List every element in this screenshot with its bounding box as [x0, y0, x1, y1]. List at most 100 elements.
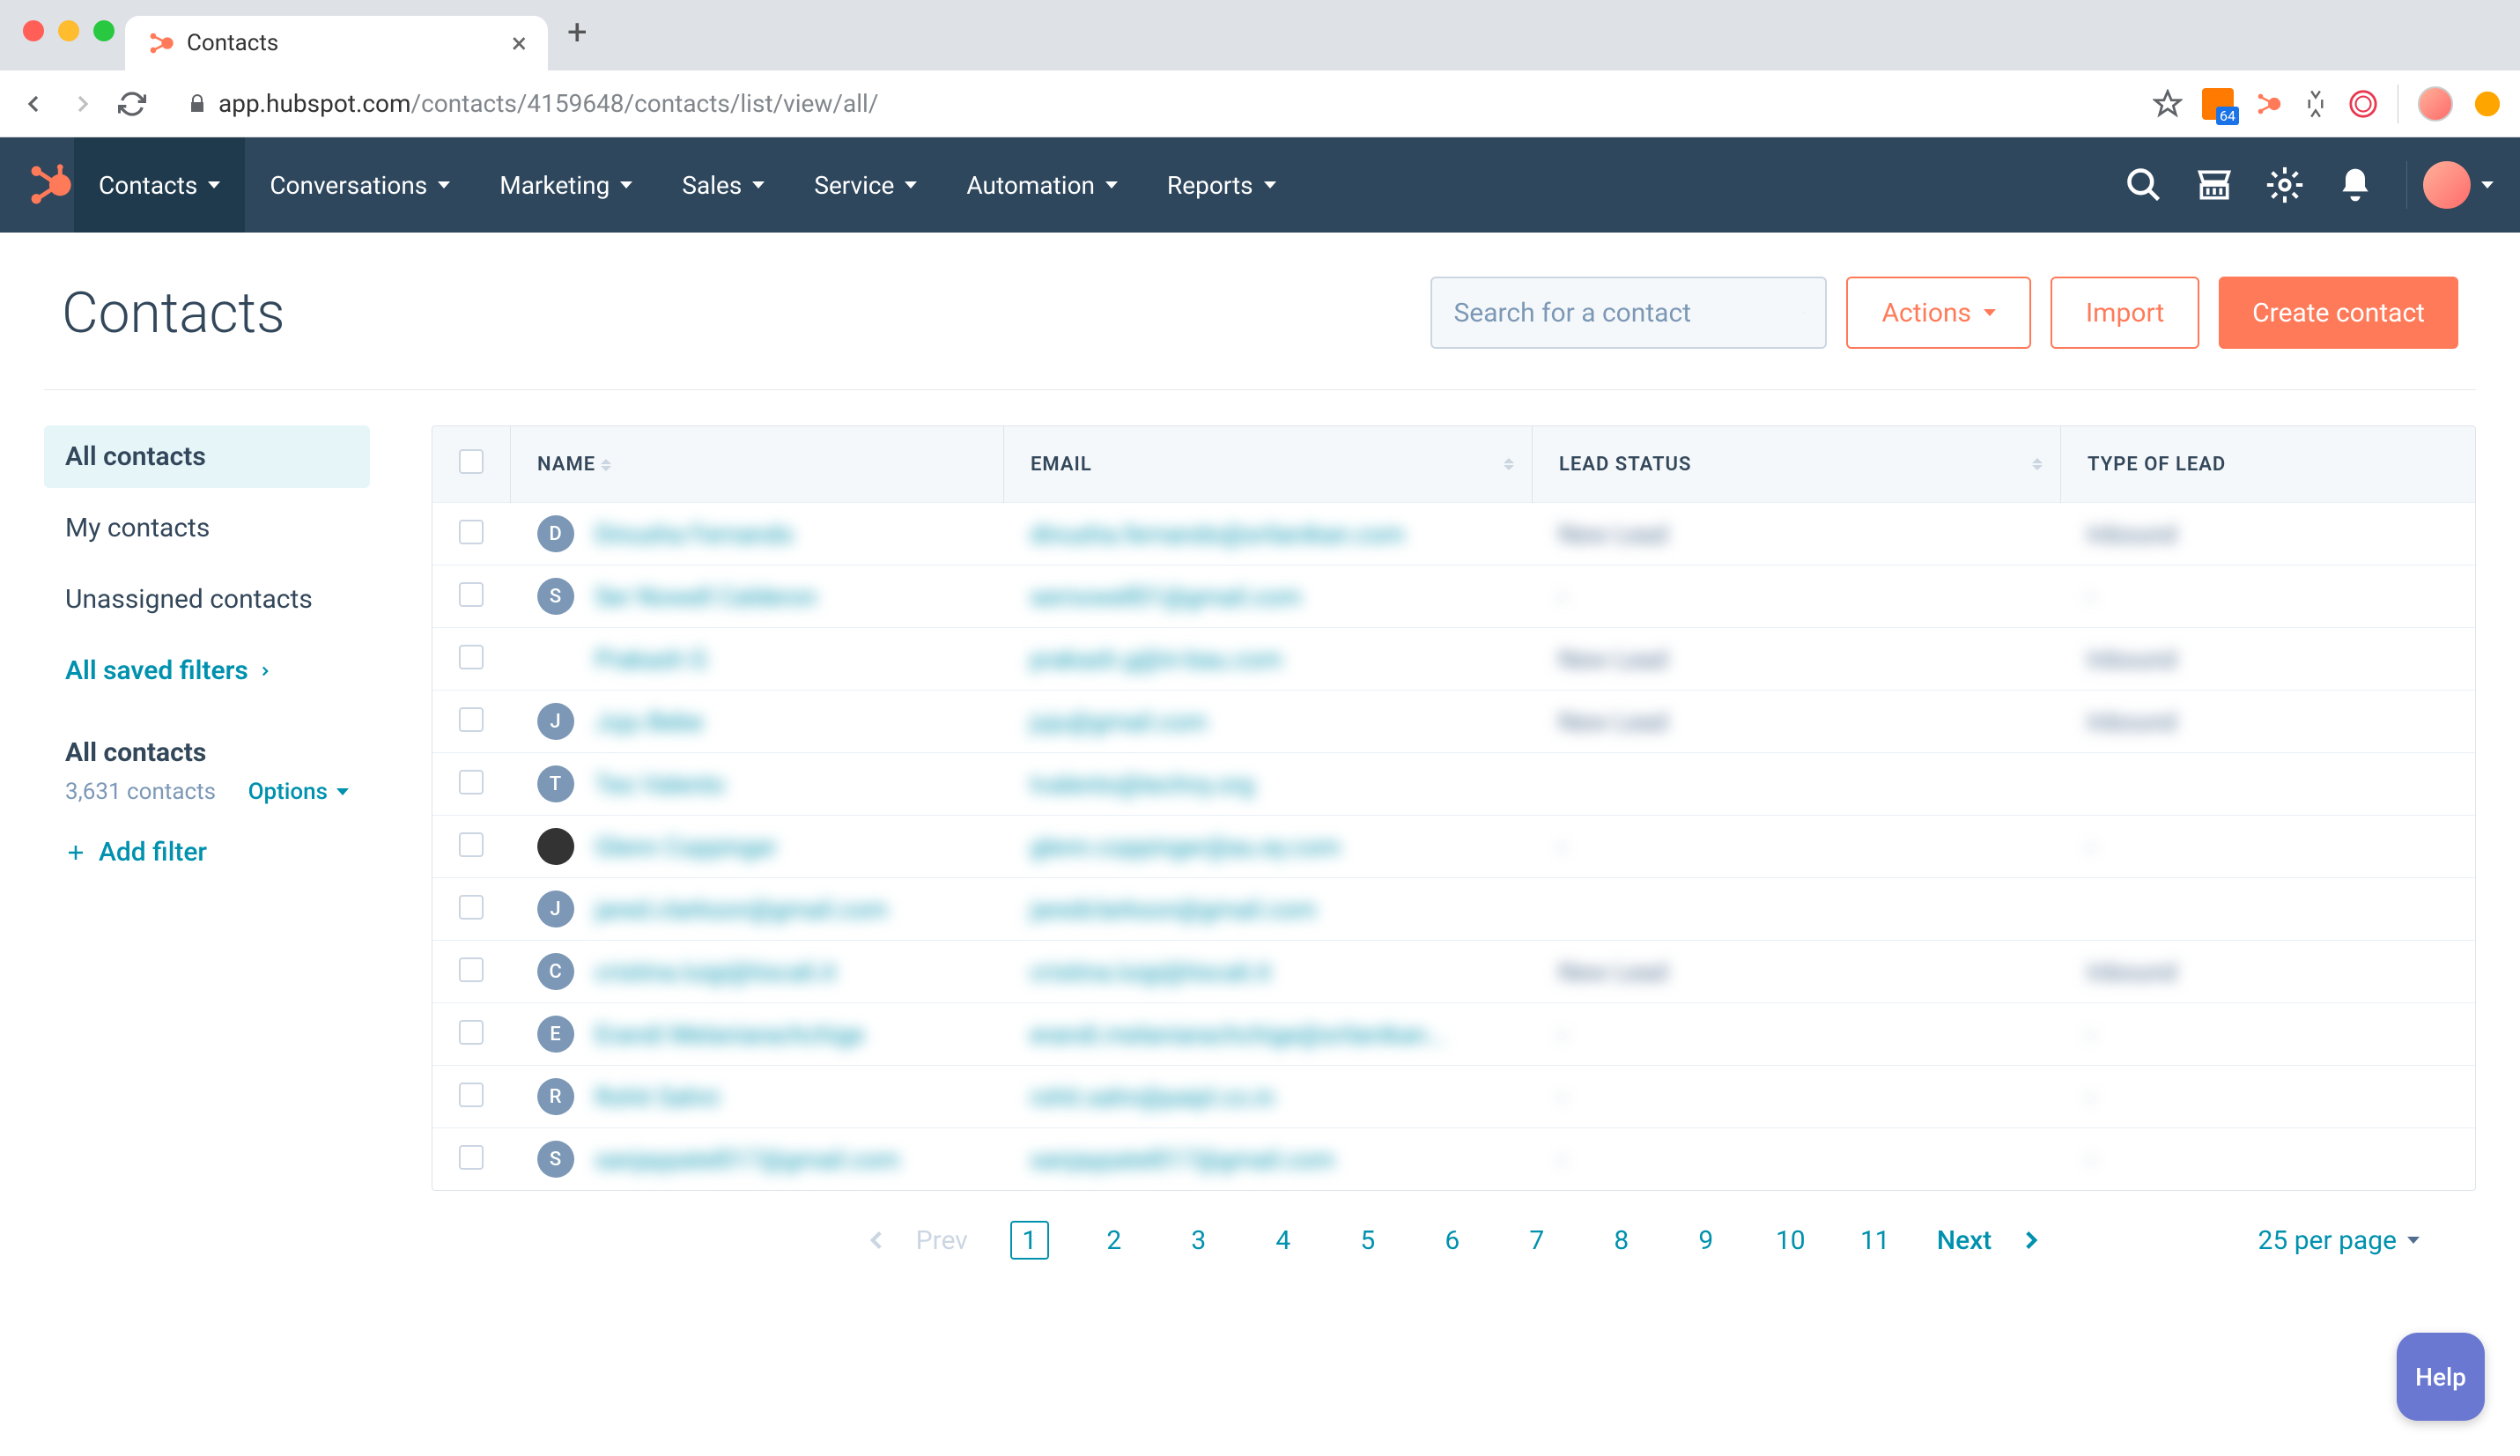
column-lead-status[interactable]: LEAD STATUS — [1533, 426, 2061, 503]
contact-email[interactable]: dinusha.fernando@srilanikan.com — [1031, 520, 1405, 549]
contact-name[interactable]: Ser Nowell Calderon — [595, 582, 817, 611]
table-row[interactable]: TTeo Valento tvalento@techny.org — [432, 753, 2475, 816]
new-tab-button[interactable]: + — [558, 11, 596, 60]
table-row[interactable]: Prakash G prakash.g@in-bau.com New Lead … — [432, 628, 2475, 691]
account-caret-icon[interactable] — [2481, 181, 2494, 188]
contact-name[interactable]: Juju Bebe — [595, 707, 704, 736]
page-number[interactable]: 2 — [1095, 1221, 1134, 1260]
row-checkbox[interactable] — [459, 1020, 484, 1045]
table-row[interactable]: Ssanjaypatel017@gmail.com sanjaypatel017… — [432, 1128, 2475, 1191]
per-page-dropdown[interactable]: 25 per page — [2258, 1225, 2420, 1256]
search-icon[interactable] — [2125, 166, 2163, 204]
contact-email[interactable]: rohit.sahn@paipl.co.in — [1031, 1083, 1275, 1112]
contact-name[interactable]: Glenn Coppinger — [595, 832, 778, 861]
search-input[interactable] — [1453, 298, 1789, 329]
column-name[interactable]: NAME — [511, 426, 1004, 503]
extension-icon[interactable] — [2472, 89, 2502, 119]
contact-email[interactable]: tvalento@techny.org — [1031, 770, 1255, 799]
hubspot-logo-icon[interactable] — [26, 161, 74, 209]
contact-email[interactable]: glenn.coppinger@au.ey.com — [1031, 832, 1341, 861]
contact-name[interactable]: Teo Valento — [595, 770, 726, 799]
nav-item-service[interactable]: Service — [789, 137, 942, 233]
row-checkbox[interactable] — [459, 1083, 484, 1107]
url-field[interactable]: app.hubspot.com/contacts/4159648/contact… — [166, 89, 2135, 118]
row-checkbox[interactable] — [459, 895, 484, 920]
contact-email[interactable]: jaredclarkson@gmail.com — [1031, 895, 1317, 924]
minimize-window-button[interactable] — [58, 20, 79, 41]
add-filter-button[interactable]: Add filter — [44, 805, 370, 899]
table-row[interactable]: DDinusha Fernando dinusha.fernando@srila… — [432, 503, 2475, 565]
table-row[interactable]: RRohit Sahni rohit.sahn@paipl.co.in - - — [432, 1066, 2475, 1128]
contact-email[interactable]: sernowell01@gmail.com — [1031, 582, 1302, 611]
table-row[interactable]: Ccristina.luigi@tiscali.it cristina.luig… — [432, 941, 2475, 1003]
sidebar-view-unassigned-contacts[interactable]: Unassigned contacts — [44, 568, 370, 631]
create-contact-button[interactable]: Create contact — [2219, 277, 2458, 349]
contact-email[interactable]: cristina.luigi@tiscali.it — [1031, 957, 1271, 987]
contact-name[interactable]: Rohit Sahni — [595, 1083, 720, 1112]
row-checkbox[interactable] — [459, 707, 484, 732]
maximize-window-button[interactable] — [93, 20, 115, 41]
contact-name[interactable]: cristina.luigi@tiscali.it — [595, 957, 836, 987]
row-checkbox[interactable] — [459, 520, 484, 544]
bookmark-star-icon[interactable] — [2153, 89, 2183, 119]
sidebar-view-all-contacts[interactable]: All contacts — [44, 425, 370, 488]
nav-item-sales[interactable]: Sales — [657, 137, 789, 233]
hubspot-ext-icon[interactable] — [2253, 89, 2283, 119]
page-number[interactable]: 5 — [1349, 1221, 1387, 1260]
close-tab-button[interactable]: × — [512, 26, 527, 60]
forward-button[interactable] — [67, 88, 99, 120]
contact-email[interactable]: prakash.g@in-bau.com — [1031, 645, 1282, 674]
select-all-checkbox[interactable] — [459, 449, 484, 474]
reload-button[interactable] — [116, 88, 148, 120]
page-number[interactable]: 6 — [1433, 1221, 1472, 1260]
row-checkbox[interactable] — [459, 770, 484, 795]
row-checkbox[interactable] — [459, 645, 484, 669]
import-button[interactable]: Import — [2051, 277, 2199, 349]
prev-page-button[interactable]: Prev — [916, 1225, 968, 1256]
marketplace-icon[interactable] — [2195, 166, 2234, 204]
options-dropdown[interactable]: Options — [248, 779, 349, 805]
contact-name[interactable]: Erandi Melaniarachchige — [595, 1020, 865, 1049]
contact-name[interactable]: Prakash G — [595, 645, 707, 674]
extension-icon[interactable] — [2302, 89, 2329, 119]
contact-name[interactable]: sanjaypatel017@gmail.com — [595, 1145, 900, 1174]
page-number[interactable]: 7 — [1518, 1221, 1556, 1260]
page-number[interactable]: 9 — [1687, 1221, 1726, 1260]
close-window-button[interactable] — [23, 20, 44, 41]
settings-gear-icon[interactable] — [2265, 166, 2304, 204]
contact-email[interactable]: sanjaypatel017@gmail.com — [1031, 1145, 1335, 1174]
contact-email[interactable]: juju@gmail.com — [1031, 707, 1208, 736]
sidebar-view-my-contacts[interactable]: My contacts — [44, 497, 370, 559]
nav-item-marketing[interactable]: Marketing — [475, 137, 657, 233]
page-number[interactable]: 4 — [1264, 1221, 1303, 1260]
actions-button[interactable]: Actions — [1846, 277, 2031, 349]
extension-icon[interactable] — [2348, 89, 2378, 119]
nav-item-automation[interactable]: Automation — [942, 137, 1142, 233]
next-page-arrow-icon[interactable] — [2016, 1225, 2046, 1255]
row-checkbox[interactable] — [459, 1145, 484, 1170]
page-number[interactable]: 11 — [1856, 1221, 1895, 1260]
contact-name[interactable]: Dinusha Fernando — [595, 520, 794, 549]
profile-avatar[interactable] — [2418, 86, 2453, 122]
page-number[interactable]: 1 — [1010, 1221, 1049, 1260]
prev-page-arrow-icon[interactable] — [861, 1225, 891, 1255]
all-saved-filters-link[interactable]: All saved filters — [44, 639, 370, 702]
help-button[interactable]: Help — [2397, 1333, 2485, 1421]
nav-item-contacts[interactable]: Contacts — [74, 137, 245, 233]
account-avatar[interactable] — [2423, 161, 2471, 209]
row-checkbox[interactable] — [459, 582, 484, 607]
nav-item-reports[interactable]: Reports — [1142, 137, 1301, 233]
table-row[interactable]: Jjared.clarkson@gmail.com jaredclarkson@… — [432, 878, 2475, 941]
page-number[interactable]: 8 — [1602, 1221, 1641, 1260]
column-type-of-lead[interactable]: TYPE OF LEAD — [2061, 426, 2476, 503]
table-row[interactable]: Glenn Coppinger glenn.coppinger@au.ey.co… — [432, 816, 2475, 878]
table-row[interactable]: JJuju Bebe juju@gmail.com New Lead Inbou… — [432, 691, 2475, 753]
browser-tab[interactable]: Contacts × — [125, 16, 548, 70]
page-number[interactable]: 10 — [1771, 1221, 1810, 1260]
contact-name[interactable]: jared.clarkson@gmail.com — [595, 895, 888, 924]
back-button[interactable] — [18, 88, 49, 120]
contact-email[interactable]: erandi.melaniarachchige@srilanikan... — [1031, 1020, 1446, 1049]
contact-search[interactable] — [1430, 277, 1827, 349]
extension-icon[interactable]: 64 — [2202, 88, 2234, 120]
next-page-button[interactable]: Next — [1937, 1225, 1992, 1256]
